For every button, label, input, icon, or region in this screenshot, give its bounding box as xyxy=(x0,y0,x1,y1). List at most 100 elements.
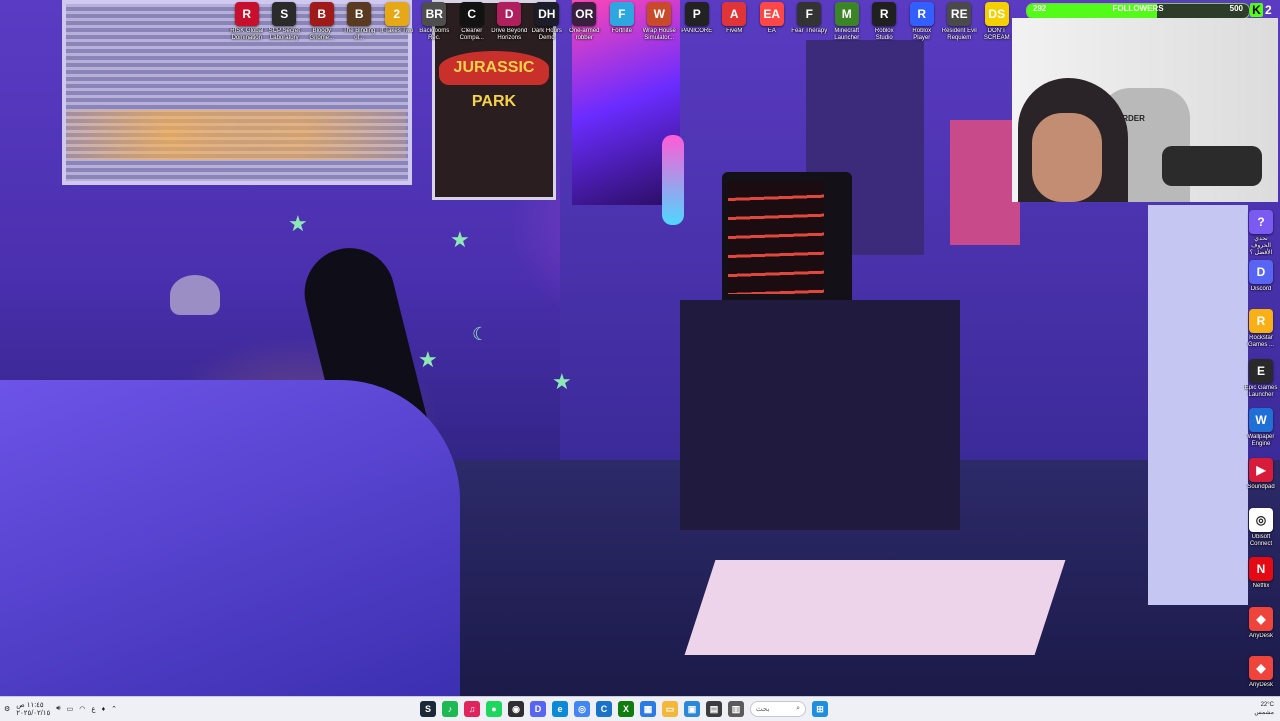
desktop-icon-drive[interactable]: D Drive Beyond Horizons xyxy=(491,2,529,42)
desktop-icon-backrooms[interactable]: BR Backrooms Rec. xyxy=(416,2,454,42)
desk-lamp xyxy=(170,275,220,315)
ubisoft-icon: ◎ xyxy=(1249,507,1273,532)
desktop-icon-cleaner[interactable]: C Cleaner Compa... xyxy=(453,2,491,42)
letters-challenge-icon: ? xyxy=(1249,210,1273,234)
desktop-icon-label: Roblox Studio xyxy=(874,28,894,41)
desktop-icon-soundpad[interactable]: ▶ Soundpad xyxy=(1244,457,1278,508)
desktop-icon-label: The Binding of... xyxy=(343,28,376,41)
desktop-icon-label: Epic Games Launcher xyxy=(1244,384,1278,398)
capture-icon[interactable]: ▤ xyxy=(706,701,722,717)
desktop-icon-robber[interactable]: OR One-armed robber xyxy=(566,2,604,42)
desktop-icon-wrap-house[interactable]: W Wrap House Simulator... xyxy=(641,2,679,42)
weather-widget[interactable]: 22°C مشمس xyxy=(1254,697,1274,721)
chrome-icon[interactable]: ◎ xyxy=(574,701,590,717)
volume-icon[interactable]: 🔊︎ xyxy=(56,705,60,713)
desktop-icon-rockstar[interactable]: R Rockstar Games ... xyxy=(1244,309,1278,359)
desktop-icon-label: Fortnite xyxy=(611,28,632,34)
rockstar-icon: R xyxy=(1249,309,1273,334)
start-button[interactable]: ⊞ xyxy=(812,701,828,717)
desktop-icon-it-takes-two[interactable]: 2 It Takes Two xyxy=(378,2,416,42)
desktop-icon-binding[interactable]: B The Binding of... xyxy=(341,2,379,42)
desktop-icon-label: EA xyxy=(767,28,776,34)
desktop-icon-label: Roblox Player xyxy=(912,28,932,41)
desktop-icon-risk[interactable]: R RISK Global Domination xyxy=(228,2,266,42)
chevron-up-icon[interactable]: ⌃ xyxy=(111,705,117,713)
moon-decoration: ☾ xyxy=(472,324,489,345)
desktop-icon-fivem[interactable]: A FiveM xyxy=(716,2,754,42)
desktop-icon-label: Ubisoft Connect xyxy=(1249,533,1273,547)
risk-icon: R xyxy=(234,2,259,26)
app-icon[interactable]: ♫ xyxy=(464,701,480,717)
teams-icon[interactable]: C xyxy=(596,701,612,717)
file-explorer-icon[interactable]: ▭ xyxy=(662,701,678,717)
desktop-icon-ubisoft[interactable]: ◎ Ubisoft Connect xyxy=(1244,507,1278,558)
desktop-icon-label: Netflix xyxy=(1252,583,1270,590)
desktop-icon-wallpaper-engine[interactable]: W Wallpaper Engine xyxy=(1244,408,1278,458)
desktop-icon-netflix[interactable]: N Netflix xyxy=(1244,557,1278,607)
desktop-icon-fear-therapy[interactable]: F Fear Therapy xyxy=(791,2,829,42)
poster-title: JURASSIC PARK xyxy=(439,51,549,110)
bed xyxy=(0,380,460,696)
epic-games-icon: E xyxy=(1249,358,1273,383)
desktop-icon-ea[interactable]: EA EA xyxy=(753,2,791,42)
desktop-icon-minecraft[interactable]: M Minecraft Launcher xyxy=(828,2,866,42)
notification-icon[interactable]: ⚙ xyxy=(4,705,10,713)
desktop-icon-fortnite[interactable]: F Fortnite xyxy=(603,2,641,42)
desktop-icon-roblox-studio[interactable]: R Roblox Studio xyxy=(866,2,904,42)
desktop-icon-label: Backrooms Rec. xyxy=(419,28,450,41)
desktop-icon-label: تحدي الحروف الأفضل ؟ xyxy=(1249,236,1273,256)
discord-icon: D xyxy=(1249,259,1273,284)
steam-icon[interactable]: S xyxy=(420,701,436,717)
photos-icon[interactable]: ▣ xyxy=(684,701,700,717)
anydesk-icon: ◆ xyxy=(1249,606,1273,631)
display-icon[interactable]: ▭ xyxy=(67,705,74,713)
it-takes-two-icon: 2 xyxy=(384,2,409,26)
desktop-icon-resident-evil[interactable]: RE Resident Evil Requiem xyxy=(941,2,979,42)
robber-icon: OR xyxy=(572,2,597,26)
obs-icon[interactable]: ◉ xyxy=(508,701,524,717)
dont-scream-icon: DS xyxy=(984,2,1009,26)
desktop-icon-label: Dark Hours Demo xyxy=(531,28,562,41)
search-box[interactable]: بحث ⌕ xyxy=(750,701,806,717)
desktop-icon-gnome[interactable]: B Bloody Gnome... xyxy=(303,2,341,42)
taskbar-tray: ⚙ ١١:٤٥ ص ٢٠٢٥/٠٢/١٥ 🔊︎ ▭ ◠ ع ♦ ⌃ xyxy=(4,697,117,721)
cleaner-icon: C xyxy=(459,2,484,26)
desktop-icon-dark-hours[interactable]: DH Dark Hours Demo xyxy=(528,2,566,42)
desktop-icon-panicore[interactable]: P PANICORE xyxy=(678,2,716,42)
store-icon[interactable]: ▦ xyxy=(640,701,656,717)
desktop-icon-letters-challenge[interactable]: ? تحدي الحروف الأفضل ؟ xyxy=(1244,210,1278,260)
desktop-icon-scp[interactable]: S SCP Secret Laboratory xyxy=(266,2,304,42)
desktop-icon-label: DON'T SCREAM xyxy=(983,28,1010,41)
weather-temp: 22°C xyxy=(1260,702,1274,708)
roblox-player-icon: R xyxy=(909,2,934,26)
desktop-icon-label: Resident Evil Requiem xyxy=(941,28,977,41)
desktop-icon-label: Drive Beyond Horizons xyxy=(491,28,528,41)
spotify-small-icon[interactable]: ♪ xyxy=(442,701,458,717)
soundpad-icon: ▶ xyxy=(1249,457,1273,482)
desktop-icon-label: Minecraft Launcher xyxy=(834,28,860,41)
star-decoration: ★ xyxy=(450,228,470,253)
desktop-icon-roblox-player[interactable]: R Roblox Player xyxy=(903,2,941,42)
streamer-face xyxy=(1032,113,1102,202)
xbox-icon[interactable]: X xyxy=(618,701,634,717)
binding-icon: B xyxy=(347,2,372,26)
wifi-icon[interactable]: ◠ xyxy=(79,705,85,713)
desktop-icon-dont-scream[interactable]: DS DON'T SCREAM xyxy=(978,2,1016,42)
desktop-icon-label: Rockstar Games ... xyxy=(1247,335,1274,349)
desktop-icon-epic-games[interactable]: E Epic Games Launcher xyxy=(1244,358,1278,409)
mic-tray-icon[interactable]: ♦ xyxy=(102,706,106,713)
desktop-icon-discord[interactable]: D Discord xyxy=(1244,259,1278,310)
wallpaper-engine-icon: W xyxy=(1249,408,1273,433)
task-view-icon[interactable]: ▥ xyxy=(728,701,744,717)
kick-badge: K 2 xyxy=(1250,2,1278,18)
clock[interactable]: ١١:٤٥ ص ٢٠٢٥/٠٢/١٥ xyxy=(16,701,50,717)
language-indicator[interactable]: ع xyxy=(91,705,95,713)
desktop-icon-label: Bloody Gnome... xyxy=(309,28,335,41)
desktop-icon-anydesk[interactable]: ◆ AnyDesk xyxy=(1244,606,1278,657)
edge-icon[interactable]: e xyxy=(552,701,568,717)
star-decoration: ★ xyxy=(418,348,438,373)
donkey-kong-screen xyxy=(728,182,824,294)
desktop-icon-label: Fear Therapy xyxy=(791,28,828,34)
discord-taskbar-icon[interactable]: D xyxy=(530,701,546,717)
spotify-icon[interactable]: ● xyxy=(486,701,502,717)
